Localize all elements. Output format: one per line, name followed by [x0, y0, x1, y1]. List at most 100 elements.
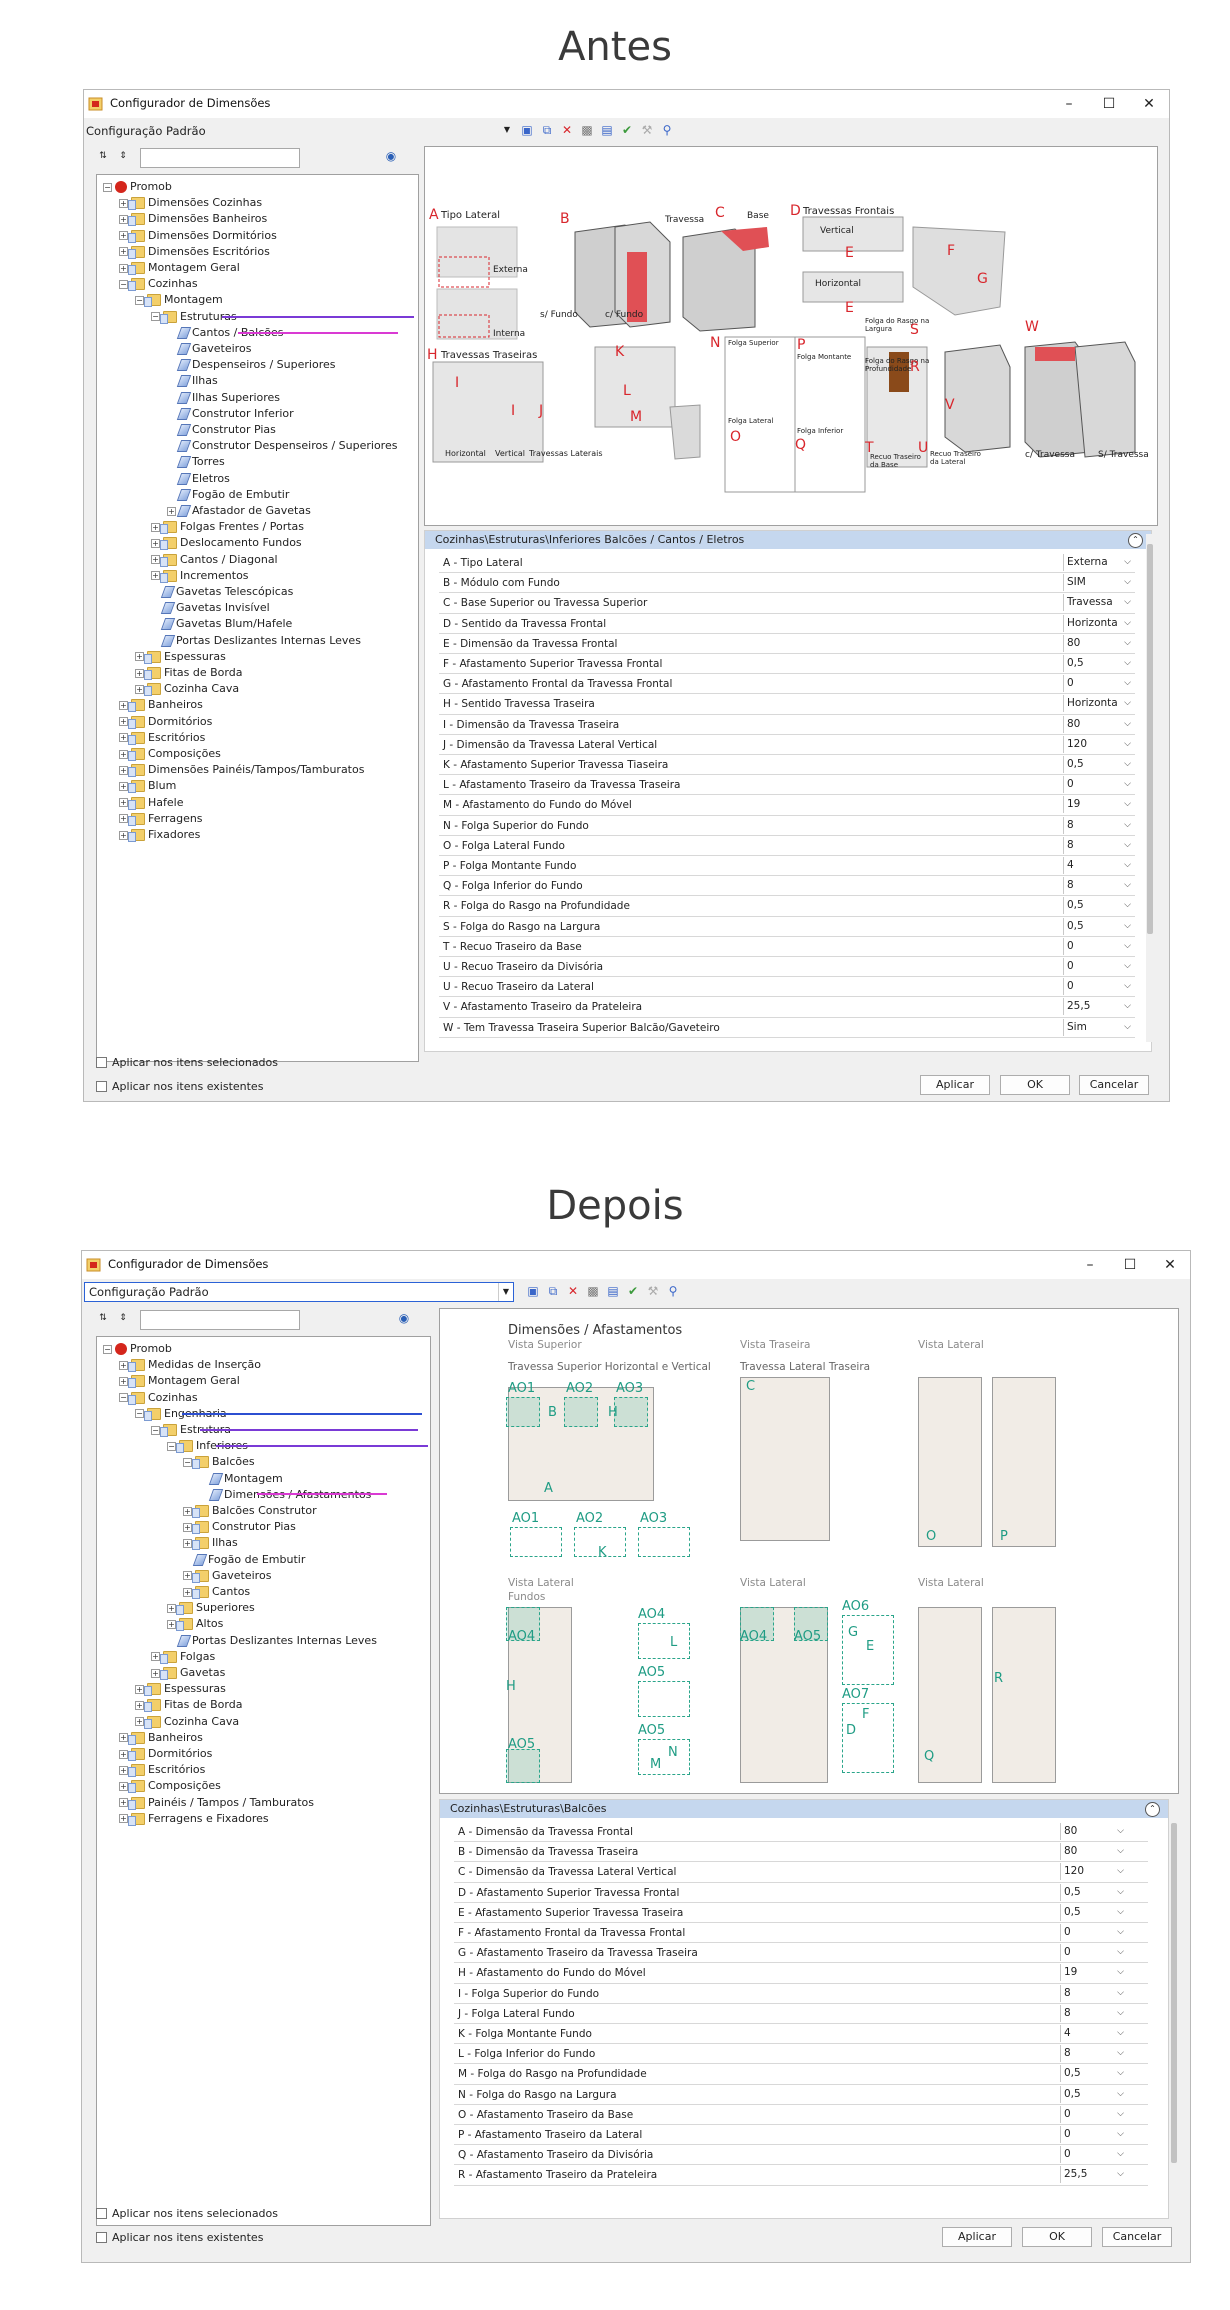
- key-icon[interactable]: ⚲: [666, 1284, 680, 1298]
- tree-item[interactable]: + Dimensões Escritórios: [119, 244, 270, 260]
- expand-toggle-icon[interactable]: +: [135, 1700, 144, 1710]
- expand-toggle-icon[interactable]: +: [119, 1781, 128, 1791]
- chevron-down-icon[interactable]: ⌵: [1124, 978, 1131, 995]
- property-value-dropdown[interactable]: 80 ⌵: [1063, 715, 1133, 733]
- property-row[interactable]: B - Módulo com Fundo SIM ⌵: [439, 573, 1135, 594]
- new-config-icon[interactable]: ▣: [526, 1284, 540, 1298]
- apply-existing-row[interactable]: Aplicar nos itens existentes: [96, 2231, 263, 2244]
- tree-item[interactable]: + Hafele: [119, 795, 183, 811]
- tree-item[interactable]: + Dormitórios: [119, 1746, 212, 1762]
- tree-item[interactable]: + Balcões Construtor: [183, 1503, 317, 1519]
- property-row[interactable]: G - Afastamento Frontal da Travessa Fron…: [439, 674, 1135, 695]
- expand-toggle-icon[interactable]: +: [135, 652, 144, 662]
- chevron-down-icon[interactable]: ⌵: [1124, 998, 1131, 1015]
- tree-item[interactable]: Portas Deslizantes Internas Leves: [151, 633, 361, 649]
- property-row[interactable]: U - Recuo Traseiro da Lateral 0 ⌵: [439, 977, 1135, 998]
- property-row[interactable]: P - Afastamento Traseiro da Lateral 0 ⌵: [454, 2125, 1148, 2146]
- chevron-down-icon[interactable]: ⌵: [1117, 2045, 1124, 2062]
- property-row[interactable]: O - Afastamento Traseiro da Base 0 ⌵: [454, 2105, 1148, 2125]
- copy-config-icon[interactable]: ⧉: [540, 123, 554, 137]
- dropdown-arrow-icon[interactable]: ▼: [500, 123, 514, 137]
- minimize-button[interactable]: –: [1049, 92, 1089, 116]
- expand-toggle-icon[interactable]: +: [151, 571, 160, 581]
- chevron-down-icon[interactable]: ⌵: [1124, 736, 1131, 753]
- expand-toggle-icon[interactable]: +: [119, 765, 128, 775]
- chevron-down-icon[interactable]: ⌵: [1124, 594, 1131, 611]
- collapse-toggle-icon[interactable]: −: [135, 1409, 144, 1419]
- search-input[interactable]: [140, 1310, 300, 1330]
- tree-item[interactable]: + Dimensões Banheiros: [119, 211, 267, 227]
- expand-toggle-icon[interactable]: +: [119, 830, 128, 840]
- expand-toggle-icon[interactable]: +: [151, 1668, 160, 1678]
- config-label[interactable]: Configuração Padrão: [86, 124, 206, 138]
- expand-toggle-icon[interactable]: +: [119, 231, 128, 241]
- expand-toggle-icon[interactable]: +: [151, 1652, 160, 1662]
- expand-toggle-icon[interactable]: +: [119, 1733, 128, 1743]
- expand-toggle-icon[interactable]: +: [151, 555, 160, 565]
- property-value-dropdown[interactable]: Sim ⌵: [1063, 1018, 1133, 1036]
- chevron-down-icon[interactable]: ▼: [498, 1283, 513, 1301]
- tool-icon[interactable]: ⚒: [646, 1284, 660, 1298]
- close-button[interactable]: ✕: [1150, 1253, 1190, 1277]
- tree-item[interactable]: + Altos: [167, 1616, 223, 1632]
- chevron-down-icon[interactable]: ⌵: [1124, 837, 1131, 854]
- tree-item[interactable]: + Ferragens: [119, 811, 203, 827]
- expand-toggle-icon[interactable]: +: [119, 749, 128, 759]
- tree-item[interactable]: + Cozinha Cava: [135, 681, 239, 697]
- property-row[interactable]: F - Afastamento Superior Travessa Fronta…: [439, 654, 1135, 675]
- property-value-dropdown[interactable]: 0 ⌵: [1063, 675, 1133, 693]
- tree-item[interactable]: Montagem: [199, 1471, 283, 1487]
- chevron-down-icon[interactable]: ⌵: [1124, 918, 1131, 935]
- export-icon[interactable]: ▤: [606, 1284, 620, 1298]
- property-value-dropdown[interactable]: 8 ⌵: [1063, 877, 1133, 895]
- tree-item[interactable]: + Folgas Frentes / Portas: [151, 519, 304, 535]
- tree-item[interactable]: − Cozinhas: [119, 276, 198, 292]
- property-row[interactable]: R - Afastamento Traseiro da Prateleira 25…: [454, 2165, 1148, 2186]
- search-input[interactable]: [140, 148, 300, 168]
- collapse-toggle-icon[interactable]: −: [183, 1457, 192, 1467]
- delete-icon[interactable]: ✕: [566, 1284, 580, 1298]
- expand-toggle-icon[interactable]: +: [119, 247, 128, 257]
- tree-item[interactable]: + Incrementos: [151, 568, 249, 584]
- delete-icon[interactable]: ✕: [560, 123, 574, 137]
- tree-item[interactable]: + Afastador de Gavetas: [167, 503, 311, 519]
- expand-toggle-icon[interactable]: +: [167, 1603, 176, 1613]
- chevron-down-icon[interactable]: ⌵: [1124, 1019, 1131, 1036]
- tree-item[interactable]: + Composições: [119, 746, 221, 762]
- config-combo[interactable]: Configuração Padrão ▼: [84, 1282, 514, 1302]
- tree-item[interactable]: Fogão de Embutir: [167, 487, 289, 503]
- tree-item[interactable]: + Escritórios: [119, 730, 205, 746]
- property-row[interactable]: J - Folga Lateral Fundo 8 ⌵: [454, 2004, 1148, 2024]
- apply-check-icon[interactable]: ✔: [620, 123, 634, 137]
- property-row[interactable]: A - Dimensão da Travessa Frontal 80 ⌵: [454, 1822, 1148, 1843]
- chevron-down-icon[interactable]: ⌵: [1124, 897, 1131, 914]
- tree-item[interactable]: Fogão de Embutir: [183, 1552, 305, 1568]
- property-value-dropdown[interactable]: 0 ⌵: [1060, 1924, 1126, 1941]
- property-row[interactable]: O - Folga Lateral Fundo 8 ⌵: [439, 836, 1135, 856]
- property-row[interactable]: T - Recuo Traseiro da Base 0 ⌵: [439, 937, 1135, 957]
- expand-toggle-icon[interactable]: +: [135, 668, 144, 678]
- tree-item[interactable]: + Ilhas: [183, 1535, 238, 1551]
- property-row[interactable]: K - Afastamento Superior Travessa Tiasei…: [439, 755, 1135, 776]
- chevron-down-icon[interactable]: ⌵: [1124, 817, 1131, 834]
- tree-item[interactable]: − Promob: [103, 1341, 172, 1357]
- apply-existing-checkbox[interactable]: [96, 1081, 107, 1092]
- property-row[interactable]: U - Recuo Traseiro da Divisória 0 ⌵: [439, 957, 1135, 978]
- property-row[interactable]: Q - Folga Inferior do Fundo 8 ⌵: [439, 876, 1135, 897]
- property-row[interactable]: S - Folga do Rasgo na Largura 0,5 ⌵: [439, 917, 1135, 937]
- ok-button[interactable]: OK: [1022, 2227, 1092, 2247]
- property-value-dropdown[interactable]: 25,5 ⌵: [1063, 998, 1133, 1016]
- property-value-dropdown[interactable]: 80 ⌵: [1060, 1843, 1126, 1861]
- property-row[interactable]: A - Tipo Lateral Externa ⌵: [439, 553, 1135, 574]
- chevron-down-icon[interactable]: ⌵: [1117, 1904, 1124, 1921]
- property-value-dropdown[interactable]: 0 ⌵: [1063, 978, 1133, 996]
- chevron-down-icon[interactable]: ⌵: [1124, 958, 1131, 975]
- tree-item[interactable]: Construtor Pias: [167, 422, 276, 438]
- property-value-dropdown[interactable]: 0 ⌵: [1063, 776, 1133, 794]
- tree-item[interactable]: + Construtor Pias: [183, 1519, 296, 1535]
- expand-toggle-icon[interactable]: +: [119, 198, 128, 208]
- property-row[interactable]: N - Folga do Rasgo na Largura 0,5 ⌵: [454, 2085, 1148, 2105]
- property-row[interactable]: I - Folga Superior do Fundo 8 ⌵: [454, 1984, 1148, 2004]
- expand-toggle-icon[interactable]: +: [183, 1571, 192, 1581]
- tree-item[interactable]: + Espessuras: [135, 649, 226, 665]
